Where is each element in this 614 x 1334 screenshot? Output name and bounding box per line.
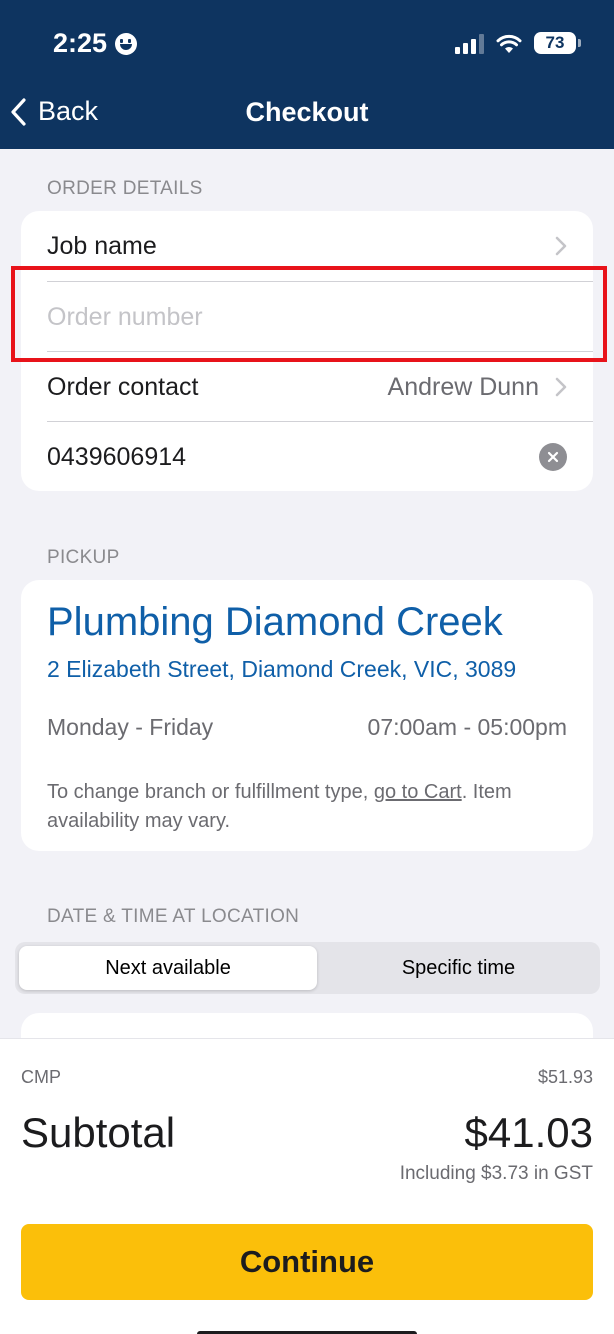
page-title: Checkout <box>245 97 369 127</box>
subtotal-value: $41.03 <box>464 1109 593 1156</box>
chevron-right-icon <box>555 236 567 256</box>
go-to-cart-link[interactable]: go to Cart <box>374 781 462 803</box>
order-details-section-label: ORDER DETAILS <box>47 178 203 199</box>
clear-icon[interactable] <box>539 443 567 471</box>
branch-address[interactable]: 2 Elizabeth Street, Diamond Creek, VIC, … <box>47 656 516 683</box>
hours-times: 07:00am - 05:00pm <box>367 714 567 740</box>
order-contact-label: Order contact <box>47 372 199 401</box>
battery-level: 73 <box>545 33 565 52</box>
next-available-option[interactable]: Next available <box>19 946 317 990</box>
phone-value: 0439606914 <box>47 442 187 471</box>
hours-days: Monday - Friday <box>47 714 214 740</box>
date-time-section-label: DATE & TIME AT LOCATION <box>47 906 300 927</box>
status-indicators: 73 <box>455 32 581 54</box>
cellular-signal-icon <box>455 34 484 54</box>
branch-name: Plumbing Diamond Creek <box>47 600 503 644</box>
subtotal-label: Subtotal <box>21 1109 176 1156</box>
status-time-label: 2:25 <box>53 28 108 58</box>
smiley-icon <box>115 32 138 55</box>
order-contact-value: Andrew Dunn <box>387 372 539 401</box>
pickup-section-label: PICKUP <box>47 547 120 568</box>
date-time-segmented-control: Next available Specific time <box>15 942 600 994</box>
continue-button[interactable]: Continue <box>21 1224 593 1300</box>
gst-note: Including $3.73 in GST <box>399 1163 593 1184</box>
phone-field[interactable]: 0439606914 <box>47 422 567 492</box>
order-summary-panel: CMP $51.93 Subtotal $41.03 Including $3.… <box>0 1038 614 1334</box>
order-contact-row[interactable]: Order contact Andrew Dunn <box>47 352 567 422</box>
branch-note: To change branch or fulfillment type, go… <box>47 778 577 836</box>
status-time: 2:25 <box>53 28 138 59</box>
cmp-value: $51.93 <box>537 1067 593 1087</box>
specific-time-option[interactable]: Specific time <box>321 946 596 990</box>
chevron-right-icon <box>555 377 567 397</box>
top-bar: 2:25 73 Back Checkout <box>0 0 614 149</box>
pickup-card: Plumbing Diamond Creek 2 Elizabeth Stree… <box>21 580 593 851</box>
highlight-box <box>11 266 607 362</box>
branch-note-text: To change branch or fulfillment type, <box>47 781 374 803</box>
cmp-label: CMP <box>21 1067 61 1087</box>
battery-icon: 73 <box>534 32 581 54</box>
wifi-icon <box>496 34 522 53</box>
job-name-label: Job name <box>47 231 157 260</box>
